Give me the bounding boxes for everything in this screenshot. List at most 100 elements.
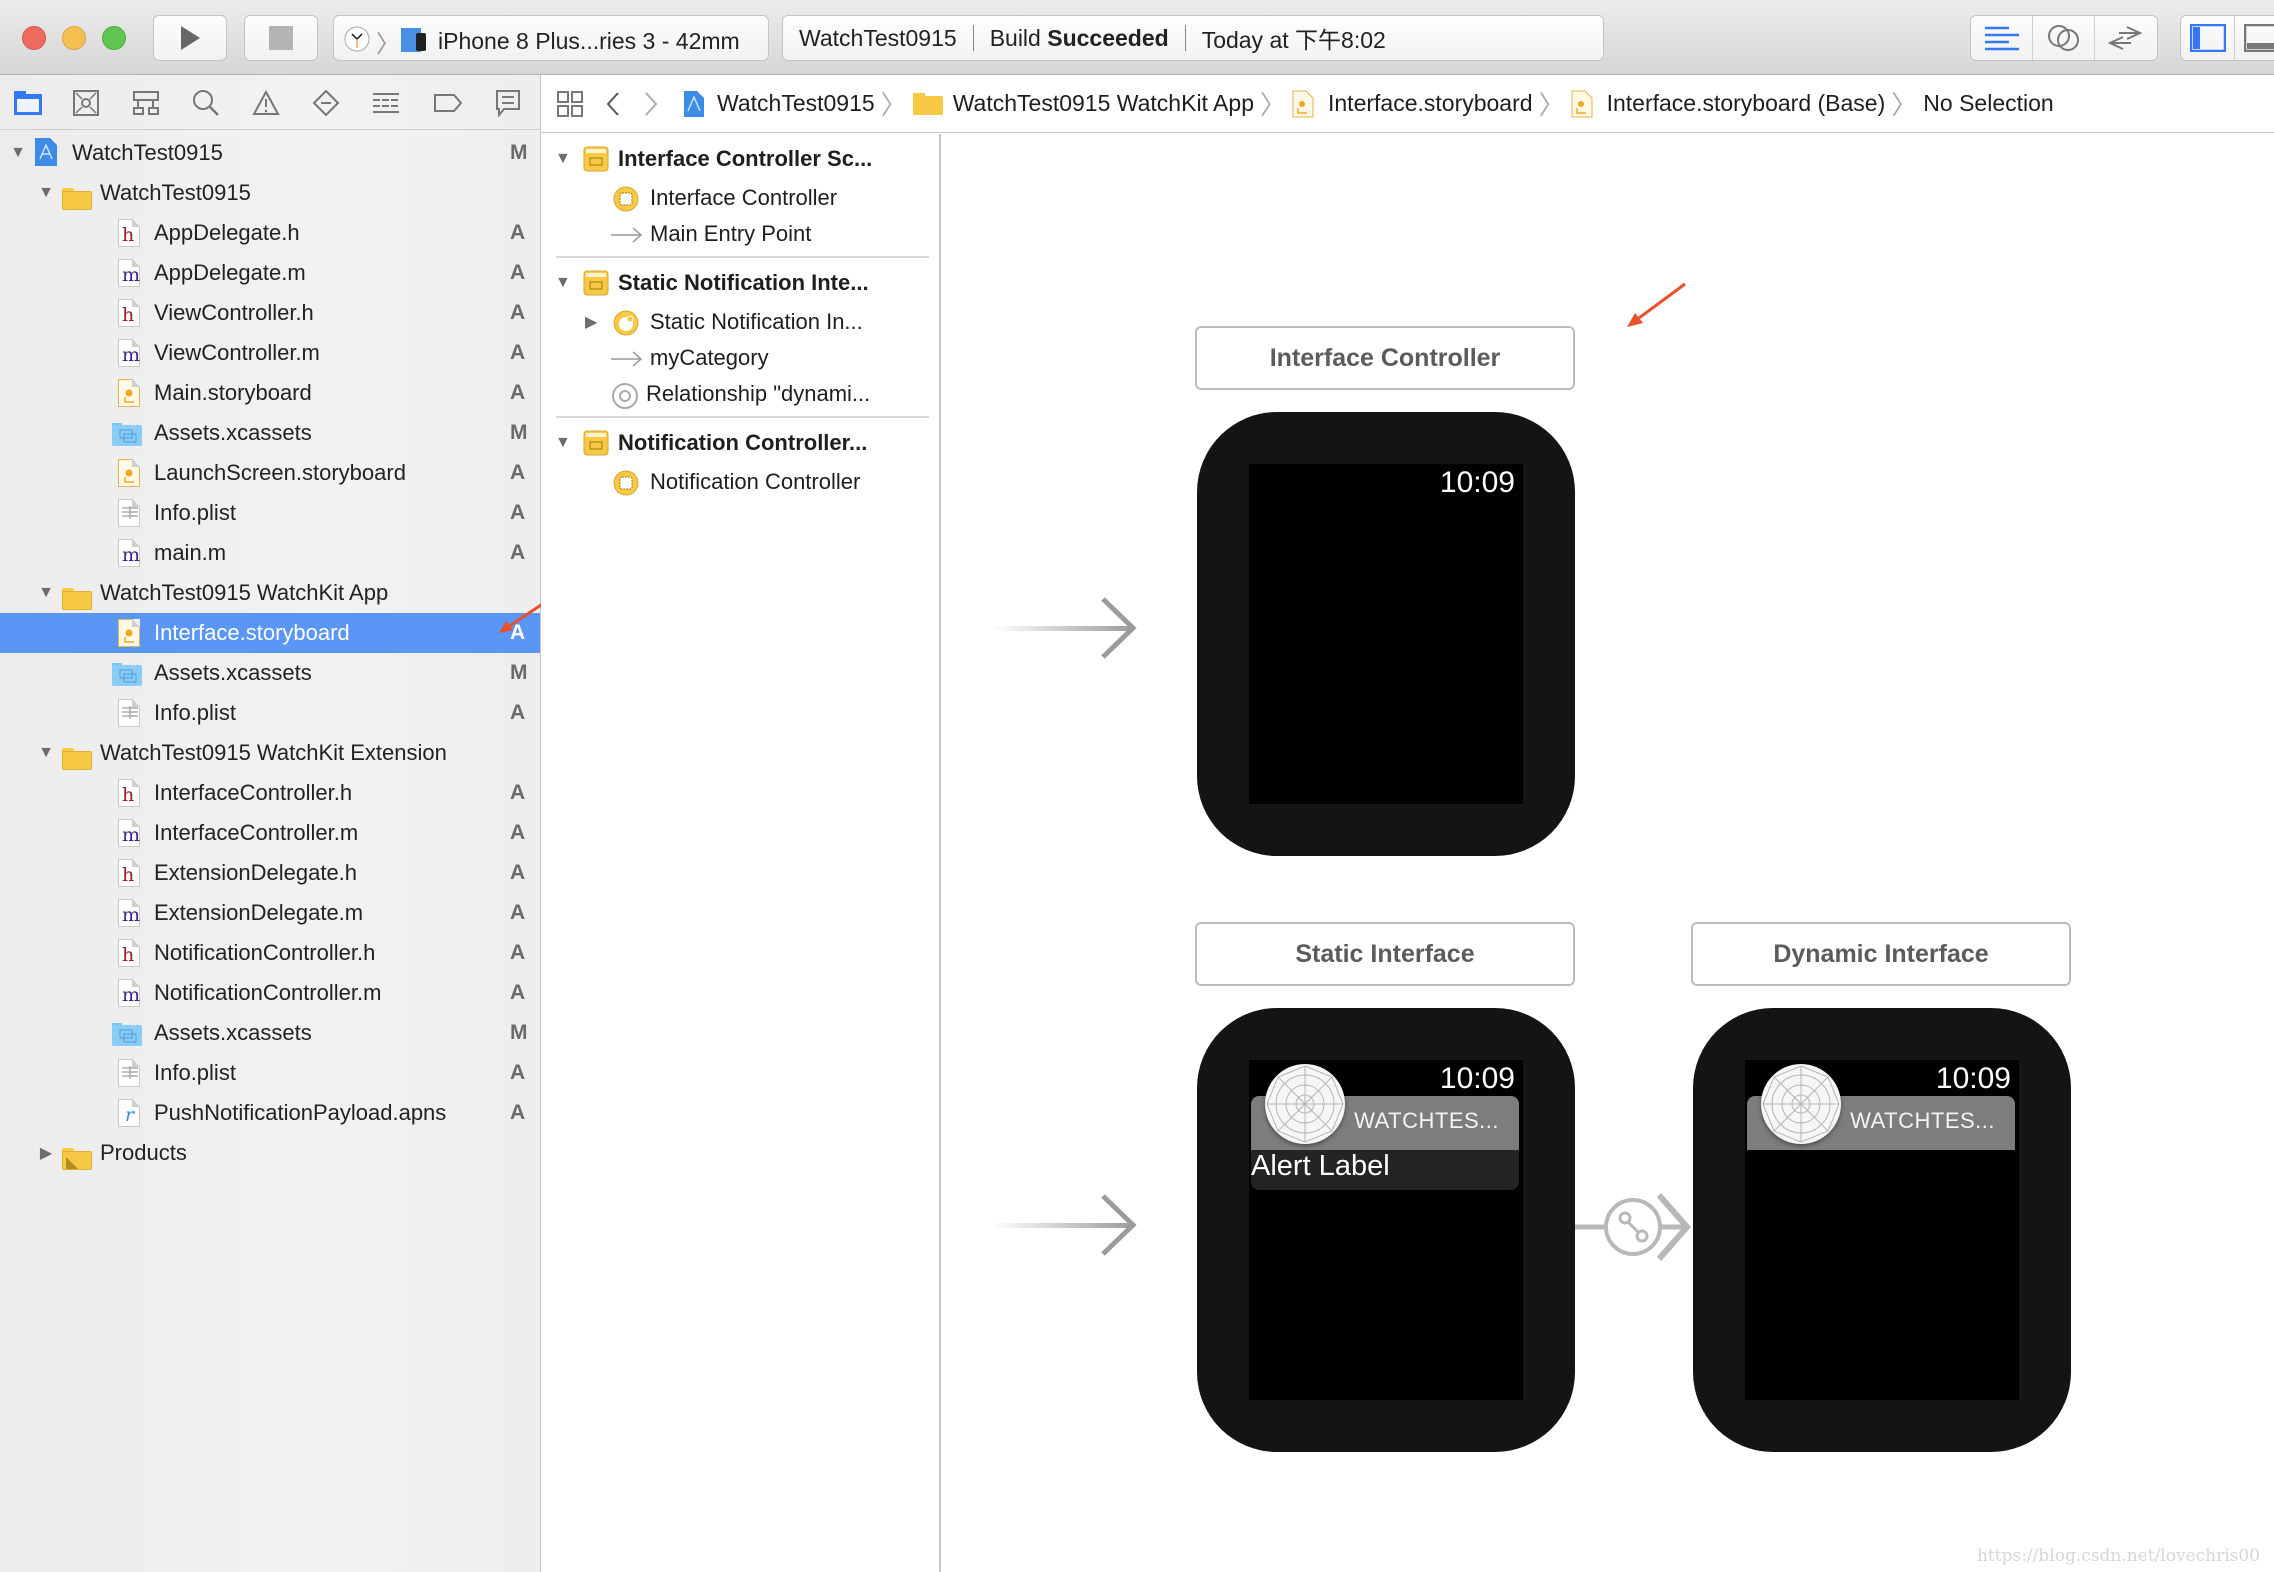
tree-item[interactable]: LaunchScreen.storyboard A — [0, 453, 540, 493]
tree-item[interactable]: ▼ WatchTest0915 WatchKit App — [0, 573, 540, 613]
tab-project-navigator[interactable] — [12, 87, 44, 119]
tree-item[interactable]: h AppDelegate.h A — [0, 213, 540, 253]
outline-item[interactable]: Main Entry Point — [541, 216, 939, 252]
tree-item[interactable]: m NotificationController.m A — [0, 973, 540, 1013]
storyboard-canvas[interactable]: Interface Controller 10:09 Static Interf… — [943, 134, 2274, 1572]
tree-item[interactable]: m ExtensionDelegate.m A — [0, 893, 540, 933]
outline-item[interactable]: Interface Controller — [541, 180, 939, 216]
assistant-editor-button[interactable] — [2033, 16, 2095, 60]
breadcrumb-item[interactable]: WatchTest0915 WatchKit App — [912, 90, 1254, 117]
outline-item[interactable]: myCategory — [541, 340, 939, 376]
toggle-debug-area-button[interactable] — [2235, 16, 2274, 60]
tree-item[interactable]: Info.plist A — [0, 493, 540, 533]
tree-item-label: Main.storyboard — [154, 380, 312, 405]
watch-static-interface[interactable]: 10:09 WATCHTES... Alert Label — [1197, 1008, 1575, 1452]
tree-item[interactable]: r PushNotificationPayload.apns A — [0, 1093, 540, 1133]
disclosure-collapsed-icon[interactable]: ▶ — [38, 1145, 54, 1162]
outline-item-label: myCategory — [650, 345, 769, 370]
breadcrumb-label: WatchTest0915 — [717, 90, 875, 116]
source-control-status: A — [510, 701, 526, 724]
watch-screen: 10:09 WATCHTES... — [1745, 1060, 2019, 1400]
relationship-segue-icon[interactable] — [1575, 1187, 1695, 1267]
tree-item[interactable]: Info.plist A — [0, 1053, 540, 1093]
forward-button[interactable] — [643, 91, 659, 117]
tree-item[interactable]: Info.plist A — [0, 693, 540, 733]
play-icon — [181, 26, 200, 50]
tree-item-label: Info.plist — [154, 500, 236, 525]
scene-title-interface-controller[interactable]: Interface Controller — [1195, 326, 1575, 390]
close-window-button[interactable] — [22, 26, 46, 50]
source-control-status: A — [510, 781, 526, 804]
back-button[interactable] — [605, 91, 621, 117]
notification-entry-arrow-icon[interactable] — [993, 1191, 1143, 1261]
tree-item[interactable]: ▼ WatchTest0915 WatchKit Extension — [0, 733, 540, 773]
breadcrumb-item[interactable]: Interface.storyboard — [1292, 90, 1533, 118]
stop-button[interactable] — [244, 15, 318, 61]
tree-item[interactable]: m main.m A — [0, 533, 540, 573]
tree-item[interactable]: h ViewController.h A — [0, 293, 540, 333]
breadcrumb-item[interactable]: WatchTest0915 — [683, 90, 875, 118]
scene-title-dynamic-interface[interactable]: Dynamic Interface — [1691, 922, 2071, 986]
test-diamond-icon — [312, 89, 340, 117]
disclosure-expanded-icon[interactable]: ▼ — [10, 144, 26, 161]
main-entry-arrow-icon[interactable] — [993, 594, 1143, 664]
tree-item[interactable]: h ExtensionDelegate.h A — [0, 853, 540, 893]
standard-editor-button[interactable] — [1971, 16, 2033, 60]
zoom-window-button[interactable] — [102, 26, 126, 50]
tab-issue-navigator[interactable] — [250, 87, 282, 119]
disclosure-collapsed-icon[interactable]: ▶ — [585, 312, 597, 332]
tree-item[interactable]: Assets.xcassets M — [0, 653, 540, 693]
outline-item[interactable]: ▶ Static Notification In... — [541, 304, 939, 340]
tab-source-control-navigator[interactable] — [70, 87, 102, 119]
asset-catalog-icon — [112, 1019, 142, 1047]
breadcrumb-item[interactable]: Interface.storyboard (Base) — [1571, 90, 1885, 118]
breadcrumb-item[interactable]: No Selection — [1923, 90, 2053, 117]
tree-item[interactable]: Assets.xcassets M — [0, 1013, 540, 1053]
outline-scene[interactable]: ▼ Notification Controller... — [541, 422, 939, 464]
watch-dynamic-interface[interactable]: 10:09 WATCHTES... — [1693, 1008, 2071, 1452]
tree-item[interactable]: Assets.xcassets M — [0, 413, 540, 453]
disclosure-expanded-icon[interactable]: ▼ — [38, 584, 54, 601]
tree-item[interactable]: Interface.storyboard A — [0, 601, 545, 653]
tab-report-navigator[interactable] — [492, 87, 524, 119]
tree-item[interactable]: h NotificationController.h A — [0, 933, 540, 973]
version-editor-button[interactable] — [2095, 16, 2157, 60]
outline-item[interactable]: Relationship "dynami... — [541, 376, 939, 412]
tree-item[interactable]: h InterfaceController.h A — [0, 773, 540, 813]
tab-find-navigator[interactable] — [190, 87, 222, 119]
implementation-file-icon: m — [116, 339, 142, 367]
tree-item[interactable]: m ViewController.m A — [0, 333, 540, 373]
tab-breakpoint-navigator[interactable] — [432, 87, 464, 119]
disclosure-expanded-icon[interactable]: ▼ — [555, 150, 571, 168]
run-button[interactable] — [153, 15, 227, 61]
tree-item[interactable]: Main.storyboard A — [0, 373, 540, 413]
disclosure-expanded-icon[interactable]: ▼ — [555, 274, 571, 292]
alert-label[interactable]: Alert Label — [1251, 1150, 1390, 1183]
outline-item-label: Relationship "dynami... — [646, 381, 871, 406]
tab-test-navigator[interactable] — [310, 87, 342, 119]
disclosure-expanded-icon[interactable]: ▼ — [555, 434, 571, 452]
tree-item[interactable]: m InterfaceController.m A — [0, 813, 540, 853]
outline-item[interactable]: Notification Controller — [541, 464, 939, 500]
header-file-icon: h — [116, 779, 142, 807]
outline-scene[interactable]: ▼ Interface Controller Sc... — [541, 138, 939, 180]
scene-title-static-interface[interactable]: Static Interface — [1195, 922, 1575, 986]
disclosure-expanded-icon[interactable]: ▼ — [38, 744, 54, 761]
scheme-selector[interactable]: 〉 iPhone 8 Plus...ries 3 - 42mm — [333, 15, 769, 61]
disclosure-expanded-icon[interactable]: ▼ — [38, 184, 54, 201]
related-items-button[interactable] — [557, 90, 583, 117]
tree-item-label: Interface.storyboard — [154, 620, 350, 645]
relationship-icon — [612, 383, 638, 409]
tab-debug-navigator[interactable] — [370, 87, 402, 119]
tree-item[interactable]: ▼ WatchTest0915 — [0, 173, 540, 213]
tree-item[interactable]: ▼ WatchTest0915 M — [0, 133, 540, 173]
toggle-navigator-button[interactable] — [2181, 16, 2236, 60]
version-editor-icon — [2107, 26, 2143, 50]
tab-symbol-navigator[interactable] — [130, 87, 162, 119]
outline-scene[interactable]: ▼ Static Notification Inte... — [541, 262, 939, 304]
minimize-window-button[interactable] — [62, 26, 86, 50]
view-toggle-control — [2180, 15, 2274, 61]
tree-item[interactable]: m AppDelegate.m A — [0, 253, 540, 293]
watch-interface-controller[interactable]: 10:09 — [1197, 412, 1575, 856]
tree-item[interactable]: ▶ Products — [0, 1133, 540, 1173]
